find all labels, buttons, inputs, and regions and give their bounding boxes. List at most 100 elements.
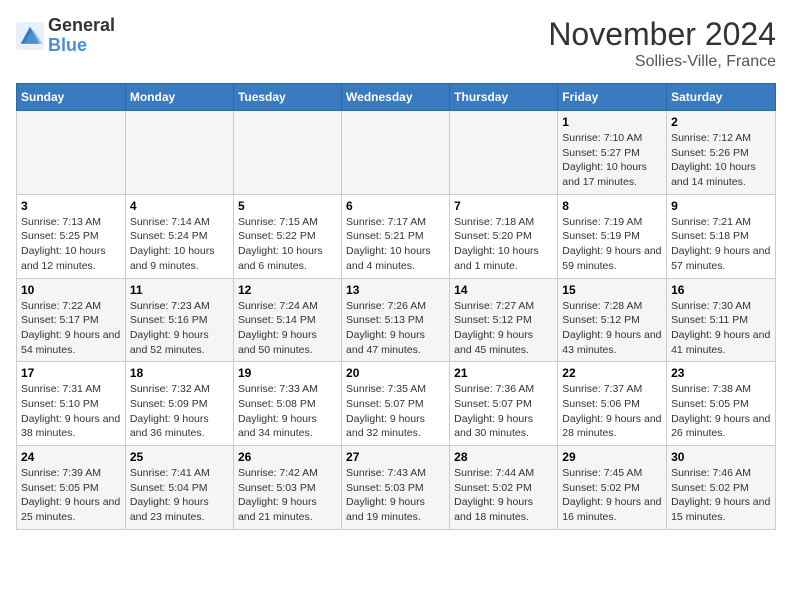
day-number: 7 xyxy=(454,199,553,213)
day-info: Sunrise: 7:15 AMSunset: 5:22 PMDaylight:… xyxy=(238,215,337,274)
calendar-cell: 8 Sunrise: 7:19 AMSunset: 5:19 PMDaylight… xyxy=(558,194,667,278)
day-info: Sunrise: 7:45 AMSunset: 5:02 PMDaylight:… xyxy=(562,466,662,525)
logo-icon xyxy=(16,22,44,50)
logo-text: General Blue xyxy=(48,16,115,56)
header-cell-monday: Monday xyxy=(125,84,233,111)
calendar-cell: 20 Sunrise: 7:35 AMSunset: 5:07 PMDayligh… xyxy=(342,362,450,446)
header-cell-tuesday: Tuesday xyxy=(233,84,341,111)
logo-blue: Blue xyxy=(48,36,115,56)
title-area: November 2024 Sollies-Ville, France xyxy=(548,16,776,71)
calendar-cell: 13 Sunrise: 7:26 AMSunset: 5:13 PMDayligh… xyxy=(342,278,450,362)
day-info: Sunrise: 7:33 AMSunset: 5:08 PMDaylight:… xyxy=(238,382,337,441)
day-info: Sunrise: 7:19 AMSunset: 5:19 PMDaylight:… xyxy=(562,215,662,274)
page-subtitle: Sollies-Ville, France xyxy=(548,53,776,71)
day-number: 16 xyxy=(671,283,771,297)
header-cell-thursday: Thursday xyxy=(450,84,558,111)
day-info: Sunrise: 7:43 AMSunset: 5:03 PMDaylight:… xyxy=(346,466,445,525)
calendar-cell: 17 Sunrise: 7:31 AMSunset: 5:10 PMDayligh… xyxy=(17,362,126,446)
header-cell-sunday: Sunday xyxy=(17,84,126,111)
day-info: Sunrise: 7:39 AMSunset: 5:05 PMDaylight:… xyxy=(21,466,121,525)
day-info: Sunrise: 7:14 AMSunset: 5:24 PMDaylight:… xyxy=(130,215,229,274)
day-info: Sunrise: 7:22 AMSunset: 5:17 PMDaylight:… xyxy=(21,299,121,358)
calendar-cell: 4 Sunrise: 7:14 AMSunset: 5:24 PMDaylight… xyxy=(125,194,233,278)
day-info: Sunrise: 7:24 AMSunset: 5:14 PMDaylight:… xyxy=(238,299,337,358)
day-info: Sunrise: 7:12 AMSunset: 5:26 PMDaylight:… xyxy=(671,131,771,190)
day-number: 19 xyxy=(238,366,337,380)
day-number: 6 xyxy=(346,199,445,213)
day-info: Sunrise: 7:41 AMSunset: 5:04 PMDaylight:… xyxy=(130,466,229,525)
day-number: 17 xyxy=(21,366,121,380)
calendar-cell: 24Sunrise: 7:39 AMSunset: 5:05 PMDayligh… xyxy=(17,446,126,530)
calendar-cell xyxy=(233,111,341,195)
day-number: 10 xyxy=(21,283,121,297)
calendar-cell: 23 Sunrise: 7:38 AMSunset: 5:05 PMDayligh… xyxy=(667,362,776,446)
day-number: 18 xyxy=(130,366,229,380)
calendar-cell: 2 Sunrise: 7:12 AMSunset: 5:26 PMDaylight… xyxy=(667,111,776,195)
day-number: 8 xyxy=(562,199,662,213)
calendar-week-4: 17 Sunrise: 7:31 AMSunset: 5:10 PMDayligh… xyxy=(17,362,776,446)
day-info: Sunrise: 7:21 AMSunset: 5:18 PMDaylight:… xyxy=(671,215,771,274)
day-number: 5 xyxy=(238,199,337,213)
day-info: Sunrise: 7:30 AMSunset: 5:11 PMDaylight:… xyxy=(671,299,771,358)
calendar-cell: 10 Sunrise: 7:22 AMSunset: 5:17 PMDayligh… xyxy=(17,278,126,362)
day-info: Sunrise: 7:10 AMSunset: 5:27 PMDaylight:… xyxy=(562,131,662,190)
day-info: Sunrise: 7:18 AMSunset: 5:20 PMDaylight:… xyxy=(454,215,553,274)
day-info: Sunrise: 7:32 AMSunset: 5:09 PMDaylight:… xyxy=(130,382,229,441)
day-info: Sunrise: 7:35 AMSunset: 5:07 PMDaylight:… xyxy=(346,382,445,441)
calendar-week-1: 1 Sunrise: 7:10 AMSunset: 5:27 PMDaylight… xyxy=(17,111,776,195)
calendar-week-2: 3Sunrise: 7:13 AMSunset: 5:25 PMDaylight… xyxy=(17,194,776,278)
calendar-cell: 3Sunrise: 7:13 AMSunset: 5:25 PMDaylight… xyxy=(17,194,126,278)
calendar-cell: 28Sunrise: 7:44 AMSunset: 5:02 PMDayligh… xyxy=(450,446,558,530)
day-info: Sunrise: 7:23 AMSunset: 5:16 PMDaylight:… xyxy=(130,299,229,358)
day-info: Sunrise: 7:27 AMSunset: 5:12 PMDaylight:… xyxy=(454,299,553,358)
calendar-cell: 26 Sunrise: 7:42 AMSunset: 5:03 PMDayligh… xyxy=(233,446,341,530)
day-info: Sunrise: 7:44 AMSunset: 5:02 PMDaylight:… xyxy=(454,466,553,525)
day-number: 3 xyxy=(21,199,121,213)
day-info: Sunrise: 7:42 AMSunset: 5:03 PMDaylight:… xyxy=(238,466,337,525)
calendar-cell: 19 Sunrise: 7:33 AMSunset: 5:08 PMDayligh… xyxy=(233,362,341,446)
day-info: Sunrise: 7:17 AMSunset: 5:21 PMDaylight:… xyxy=(346,215,445,274)
calendar-cell xyxy=(342,111,450,195)
calendar-cell: 27 Sunrise: 7:43 AMSunset: 5:03 PMDayligh… xyxy=(342,446,450,530)
day-info: Sunrise: 7:36 AMSunset: 5:07 PMDaylight:… xyxy=(454,382,553,441)
day-number: 23 xyxy=(671,366,771,380)
day-number: 14 xyxy=(454,283,553,297)
logo-general: General xyxy=(48,16,115,36)
calendar-header: SundayMondayTuesdayWednesdayThursdayFrid… xyxy=(17,84,776,111)
calendar-cell: 14 Sunrise: 7:27 AMSunset: 5:12 PMDayligh… xyxy=(450,278,558,362)
calendar-cell: 16 Sunrise: 7:30 AMSunset: 5:11 PMDayligh… xyxy=(667,278,776,362)
day-info: Sunrise: 7:26 AMSunset: 5:13 PMDaylight:… xyxy=(346,299,445,358)
calendar-cell: 6 Sunrise: 7:17 AMSunset: 5:21 PMDaylight… xyxy=(342,194,450,278)
calendar-cell: 21Sunrise: 7:36 AMSunset: 5:07 PMDayligh… xyxy=(450,362,558,446)
day-number: 1 xyxy=(562,115,662,129)
calendar-cell: 22Sunrise: 7:37 AMSunset: 5:06 PMDayligh… xyxy=(558,362,667,446)
calendar-body: 1 Sunrise: 7:10 AMSunset: 5:27 PMDaylight… xyxy=(17,111,776,530)
day-info: Sunrise: 7:46 AMSunset: 5:02 PMDaylight:… xyxy=(671,466,771,525)
calendar-cell: 29Sunrise: 7:45 AMSunset: 5:02 PMDayligh… xyxy=(558,446,667,530)
calendar-cell: 1 Sunrise: 7:10 AMSunset: 5:27 PMDaylight… xyxy=(558,111,667,195)
day-number: 26 xyxy=(238,450,337,464)
calendar-cell: 12Sunrise: 7:24 AMSunset: 5:14 PMDayligh… xyxy=(233,278,341,362)
calendar-cell xyxy=(125,111,233,195)
day-number: 15 xyxy=(562,283,662,297)
day-info: Sunrise: 7:31 AMSunset: 5:10 PMDaylight:… xyxy=(21,382,121,441)
calendar-cell: 25Sunrise: 7:41 AMSunset: 5:04 PMDayligh… xyxy=(125,446,233,530)
header-cell-wednesday: Wednesday xyxy=(342,84,450,111)
day-info: Sunrise: 7:38 AMSunset: 5:05 PMDaylight:… xyxy=(671,382,771,441)
calendar-week-5: 24Sunrise: 7:39 AMSunset: 5:05 PMDayligh… xyxy=(17,446,776,530)
day-info: Sunrise: 7:37 AMSunset: 5:06 PMDaylight:… xyxy=(562,382,662,441)
logo: General Blue xyxy=(16,16,115,56)
day-number: 27 xyxy=(346,450,445,464)
day-number: 13 xyxy=(346,283,445,297)
calendar-week-3: 10 Sunrise: 7:22 AMSunset: 5:17 PMDayligh… xyxy=(17,278,776,362)
calendar-cell: 11Sunrise: 7:23 AMSunset: 5:16 PMDayligh… xyxy=(125,278,233,362)
day-number: 20 xyxy=(346,366,445,380)
calendar-cell xyxy=(17,111,126,195)
page-header: General Blue November 2024 Sollies-Ville… xyxy=(16,16,776,71)
day-number: 4 xyxy=(130,199,229,213)
day-number: 2 xyxy=(671,115,771,129)
header-cell-saturday: Saturday xyxy=(667,84,776,111)
calendar-cell xyxy=(450,111,558,195)
day-number: 30 xyxy=(671,450,771,464)
day-number: 9 xyxy=(671,199,771,213)
